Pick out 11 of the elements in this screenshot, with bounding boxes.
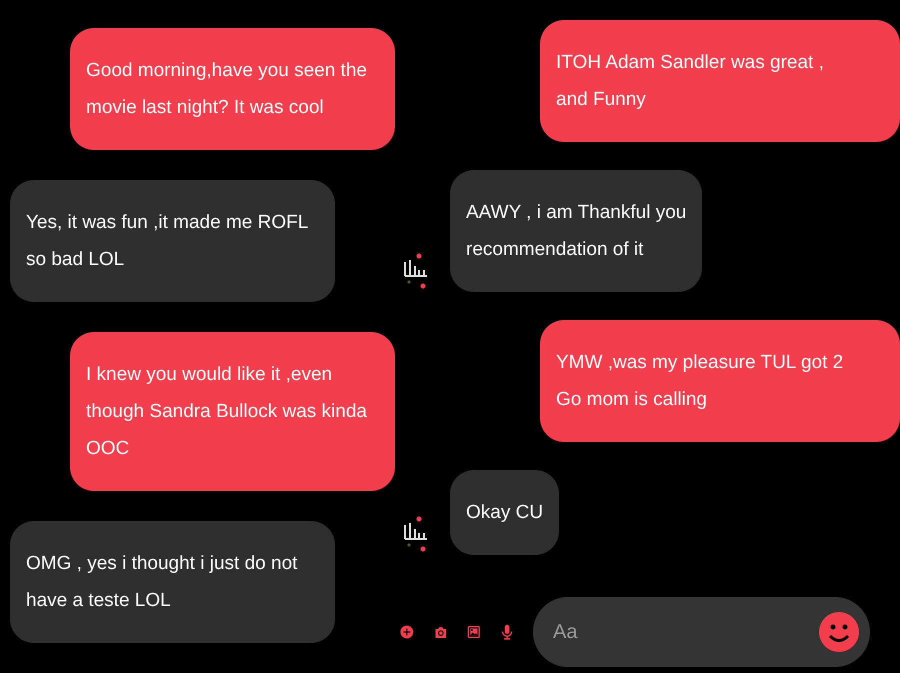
message-input-field[interactable]: Aa [532, 597, 870, 667]
sent-message-bubble: ITOH Adam Sandler was great , and Funny [540, 20, 900, 142]
sent-message-bubble: I knew you would like it ,even though Sandra Bullock was kinda OOC [70, 332, 395, 491]
message-text-input[interactable]: Aa [552, 617, 818, 647]
received-message-bubble: Okay CU [450, 470, 560, 555]
sent-message-bubble: Good morning,have you seen the movie last night? It was cool [70, 28, 395, 150]
received-message-bubble: Yes, it was fun ,it made me ROFL so bad LOL [10, 180, 335, 302]
received-message-bubble: AAWY , i am Thankful you recommendation of it [450, 170, 702, 292]
smiley-icon[interactable] [818, 611, 860, 653]
sent-message-bubble: YMW ,was my pleasure TUL got 2 Go mom is calling [540, 320, 900, 442]
received-message-bubble: OMG , yes i thought i just do not have a teste LOL [10, 521, 335, 643]
